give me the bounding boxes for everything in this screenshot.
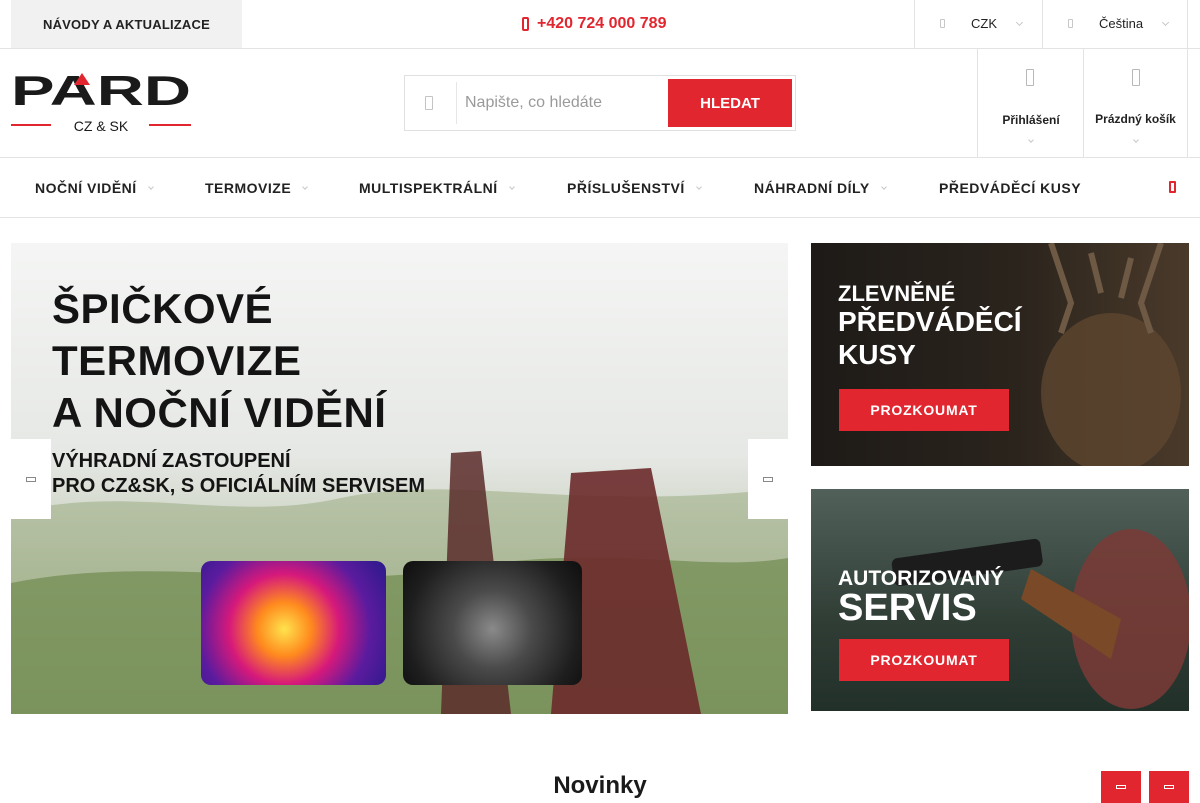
chevron-down-icon [1015, 18, 1024, 27]
login-button[interactable]: Přihlášení [977, 49, 1084, 157]
banner-title-line-1: ZLEVNĚNÉ [838, 281, 956, 306]
nav-item-label: PŘEDVÁDĚCÍ KUSY [939, 180, 1082, 196]
banner-demo-units[interactable]: ZLEVNĚNÉ PŘEDVÁDĚCÍ KUSY PROZKOUMAT [811, 243, 1189, 466]
cart-label: Prázdný košík [1095, 112, 1176, 126]
hero-headline-line-2: TERMOVIZE [52, 337, 302, 384]
banner-service[interactable]: AUTORIZOVANÝ SERVIS PROZKOUMAT [811, 489, 1189, 711]
chevron-down-icon [880, 183, 887, 190]
chevron-down-icon [1133, 137, 1139, 143]
language-value: Čeština [1099, 16, 1144, 31]
nav-item-prislusenstvi[interactable]: PŘÍSLUŠENSTVÍ [567, 158, 702, 218]
hero-headline-line-1: ŠPIČKOVÉ [52, 285, 274, 332]
logo[interactable]: PARD CZ & SK [11, 67, 193, 135]
nav-item-multispektralni[interactable]: MULTISPEKTRÁLNÍ [359, 158, 515, 218]
currency-value: CZK [971, 16, 997, 31]
logo-region: CZ & SK [74, 118, 129, 134]
hero-headline-line-3: A NOČNÍ VIDĚNÍ [52, 389, 387, 436]
nav-item-nahradni-dily[interactable]: NÁHRADNÍ DÍLY [754, 158, 887, 218]
banner-title-line-2: PŘEDVÁDĚCÍ [838, 306, 1022, 337]
chevron-down-icon [302, 183, 309, 190]
search-input[interactable] [465, 84, 665, 122]
cart-icon [1132, 69, 1140, 86]
login-label: Přihlášení [1002, 113, 1060, 127]
hero-subline-line-2: PRO CZ&SK, S OFICIÁLNÍM SERVISEM [52, 475, 425, 497]
nav-item-label: TERMOVIZE [205, 180, 292, 196]
globe-icon [1068, 19, 1073, 28]
arrow-left-icon [1116, 785, 1126, 789]
carousel-next-button[interactable] [1149, 771, 1189, 803]
user-icon [1026, 69, 1034, 86]
search-icon[interactable] [1169, 181, 1176, 193]
arrow-left-icon [26, 476, 36, 482]
chevron-down-icon [508, 183, 515, 190]
thermal-image [201, 561, 386, 685]
logo-line-right [149, 124, 191, 126]
deer-image [1041, 243, 1181, 466]
currency-icon [940, 19, 945, 28]
night-vision-image [403, 561, 582, 685]
currency-select[interactable]: CZK [914, 0, 1043, 48]
banner-cta-button[interactable]: PROZKOUMAT [839, 639, 1009, 681]
banner-title-line-2: SERVIS [838, 587, 977, 629]
top-bar: NÁVODY A AKTUALIZACE +420 724 000 789 CZ… [0, 0, 1200, 49]
site-header: PARD CZ & SK HLEDAT Přihlášení Prázdný k… [0, 49, 1200, 158]
hero-slider[interactable]: ŠPIČKOVÉ TERMOVIZE A NOČNÍ VIDĚNÍ VÝHRAD… [11, 243, 788, 714]
chevron-down-icon [1028, 137, 1034, 143]
nav-item-nocni-videni[interactable]: NOČNÍ VIDĚNÍ [35, 158, 154, 218]
banner-title-line-3: KUSY [838, 339, 916, 370]
search-form: HLEDAT [404, 75, 796, 131]
nav-item-termovize[interactable]: TERMOVIZE [205, 158, 309, 218]
carousel-prev-button[interactable] [1101, 771, 1141, 803]
language-select[interactable]: Čeština [1042, 0, 1188, 48]
phone-link[interactable]: +420 724 000 789 [522, 0, 666, 48]
nav-item-label: MULTISPEKTRÁLNÍ [359, 180, 498, 196]
hero-subline-line-1: VÝHRADNÍ ZASTOUPENÍ [52, 450, 291, 472]
cart-button[interactable]: Prázdný košík [1083, 49, 1188, 157]
search-icon [425, 96, 433, 110]
slider-prev-button[interactable] [11, 439, 51, 519]
search-divider [456, 82, 457, 124]
banner-cta-button[interactable]: PROZKOUMAT [839, 389, 1009, 431]
nav-item-predvadeci-kusy[interactable]: PŘEDVÁDĚCÍ KUSY [939, 158, 1081, 218]
main-nav: NOČNÍ VIDĚNÍ TERMOVIZE MULTISPEKTRÁLNÍ P… [0, 158, 1200, 218]
nav-item-label: PŘÍSLUŠENSTVÍ [567, 180, 685, 196]
search-button[interactable]: HLEDAT [668, 79, 792, 127]
logo-brand: PARD [11, 71, 191, 114]
arrow-right-icon [1164, 785, 1174, 789]
slider-next-button[interactable] [748, 439, 788, 519]
pard-logo: PARD CZ & SK [11, 67, 191, 134]
phone-icon [522, 17, 529, 31]
chevron-down-icon [147, 183, 154, 190]
chevron-down-icon [1161, 18, 1170, 27]
guides-link[interactable]: NÁVODY A AKTUALIZACE [11, 0, 242, 48]
phone-number: +420 724 000 789 [537, 15, 667, 32]
arrow-right-icon [763, 476, 773, 482]
chevron-down-icon [695, 183, 702, 190]
nav-item-label: NOČNÍ VIDĚNÍ [35, 180, 137, 196]
section-title: Novinky [553, 772, 647, 799]
nav-item-label: NÁHRADNÍ DÍLY [754, 180, 870, 196]
logo-line-left [11, 124, 51, 126]
